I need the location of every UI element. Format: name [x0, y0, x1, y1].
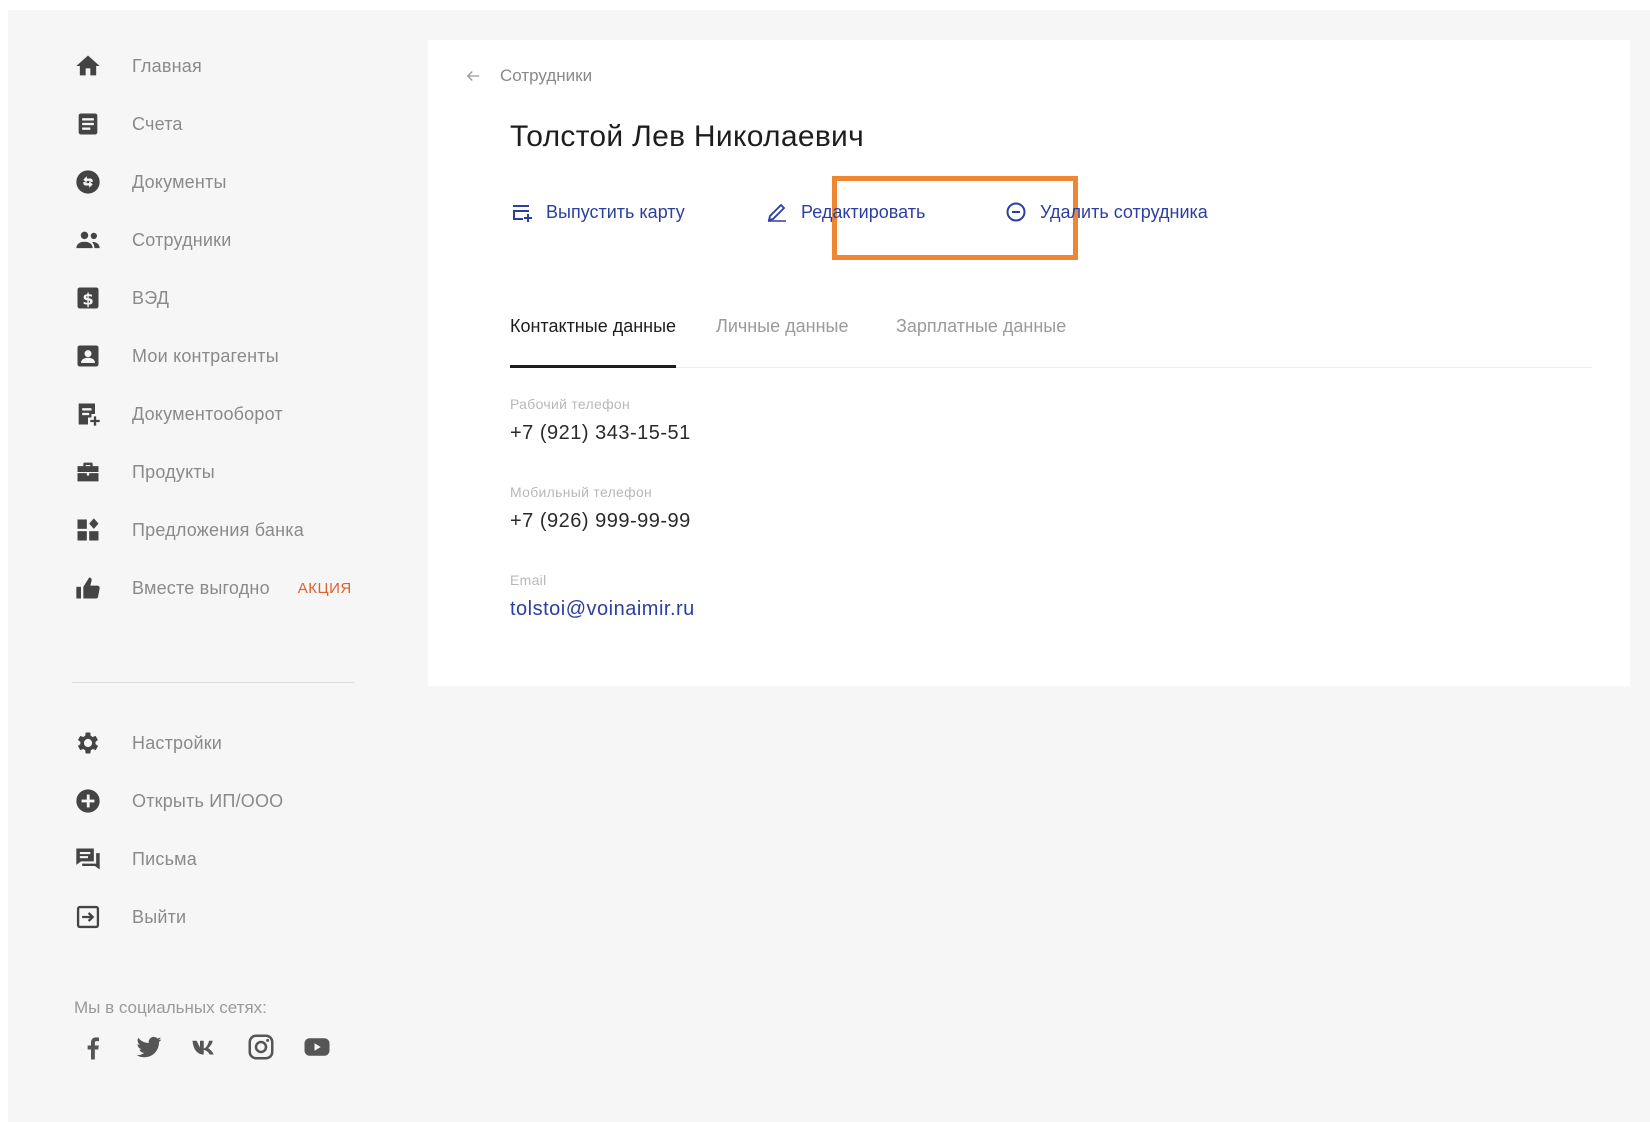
doc-flow-icon [72, 398, 104, 430]
employee-card: Сотрудники Толстой Лев Николаевич Выпуст… [428, 40, 1630, 686]
sidebar-item-counterparties[interactable]: Мои контрагенты [72, 336, 279, 376]
page-title: Толстой Лев Николаевич [510, 120, 865, 153]
sidebar-item-accounts[interactable]: Счета [72, 104, 183, 144]
sidebar-item-doc-flow[interactable]: Документооборот [72, 394, 283, 434]
twitter-icon[interactable] [132, 1030, 166, 1064]
svg-text:$: $ [82, 289, 93, 308]
promo-badge: АКЦИЯ [297, 579, 352, 597]
tab-bar: Контактные данные Личные данные Зарплатн… [510, 298, 1592, 368]
sidebar-item-logout[interactable]: Выйти [72, 897, 186, 937]
briefcase-icon [72, 456, 104, 488]
sidebar-item-label: Мои контрагенты [132, 345, 279, 366]
messages-icon [72, 843, 104, 875]
sidebar-item-letters[interactable]: Письма [72, 839, 197, 879]
breadcrumb[interactable]: Сотрудники [464, 66, 592, 86]
facebook-icon[interactable] [76, 1030, 110, 1064]
offers-icon [72, 514, 104, 546]
work-phone-label: Рабочий телефон [510, 396, 631, 412]
social-title: Мы в социальных сетях: [74, 998, 267, 1017]
social-links [76, 1030, 334, 1064]
sidebar-item-documents[interactable]: Документы [72, 162, 227, 202]
sidebar: Главная Счета Документы Сотрудники $ ВЭД [8, 10, 398, 1122]
sidebar-divider [72, 682, 354, 683]
pencil-icon [767, 203, 786, 222]
sidebar-item-label: ВЭД [132, 287, 170, 308]
sidebar-item-ved[interactable]: $ ВЭД [72, 278, 169, 318]
sidebar-item-together[interactable]: Вместе выгодно АКЦИЯ [72, 568, 352, 608]
sidebar-item-label: Настройки [132, 732, 223, 753]
tab-salary-data[interactable]: Зарплатные данные [896, 316, 1066, 365]
sidebar-item-settings[interactable]: Настройки [72, 723, 222, 763]
delete-employee-button[interactable]: Удалить сотрудника [1004, 190, 1208, 234]
arrow-left-icon [466, 71, 479, 81]
mobile-phone-value: +7 (926) 999-99-99 [510, 510, 691, 532]
logout-icon [72, 901, 104, 933]
issue-card-button[interactable]: Выпустить карту [510, 190, 685, 234]
youtube-icon[interactable] [300, 1030, 334, 1064]
edit-label: Редактировать [801, 201, 926, 222]
contact-card-icon [72, 340, 104, 372]
plus-circle-icon [72, 785, 104, 817]
sidebar-item-products[interactable]: Продукты [72, 452, 215, 492]
work-phone-value: +7 (921) 343-15-51 [510, 422, 691, 444]
sidebar-item-employees[interactable]: Сотрудники [72, 220, 232, 260]
sidebar-item-label: Документооборот [132, 403, 283, 424]
minus-circle-icon [1006, 202, 1026, 222]
accounts-icon [72, 108, 104, 140]
tab-contact-data[interactable]: Контактные данные [510, 316, 677, 368]
sidebar-item-label: Продукты [132, 461, 215, 482]
instagram-icon[interactable] [244, 1030, 278, 1064]
email-link[interactable]: tolstoi@voinaimir.ru [510, 598, 695, 621]
issue-card-label: Выпустить карту [546, 201, 685, 222]
edit-button[interactable]: Редактировать [765, 190, 925, 234]
sidebar-item-bank-offers[interactable]: Предложения банка [72, 510, 304, 550]
sidebar-item-label: Открыть ИП/ООО [132, 790, 284, 811]
thumbs-up-icon [72, 572, 104, 604]
sidebar-item-label: Счета [132, 113, 183, 134]
sidebar-item-label: Сотрудники [132, 229, 232, 250]
sidebar-item-label: Вместе выгодно [132, 577, 270, 598]
documents-icon [72, 166, 104, 198]
delete-employee-label: Удалить сотрудника [1040, 201, 1208, 222]
sidebar-item-label: Главная [132, 55, 202, 76]
sidebar-item-open-business[interactable]: Открыть ИП/ООО [72, 781, 283, 821]
sidebar-item-label: Письма [132, 848, 197, 869]
sidebar-item-label: Предложения банка [132, 519, 304, 540]
sidebar-item-label: Документы [132, 171, 227, 192]
employees-icon [72, 224, 104, 256]
card-add-icon [513, 205, 532, 222]
mobile-phone-label: Мобильный телефон [510, 484, 653, 500]
app-window: Главная Счета Документы Сотрудники $ ВЭД [8, 10, 1650, 1122]
sidebar-item-label: Выйти [132, 906, 187, 927]
vk-icon[interactable] [188, 1030, 222, 1064]
email-label: Email [510, 572, 547, 588]
home-icon [72, 50, 104, 82]
dollar-icon: $ [72, 282, 104, 314]
tab-personal-data[interactable]: Личные данные [716, 316, 848, 365]
breadcrumb-label: Сотрудники [500, 66, 593, 85]
gear-icon [72, 727, 104, 759]
sidebar-item-home[interactable]: Главная [72, 46, 202, 86]
